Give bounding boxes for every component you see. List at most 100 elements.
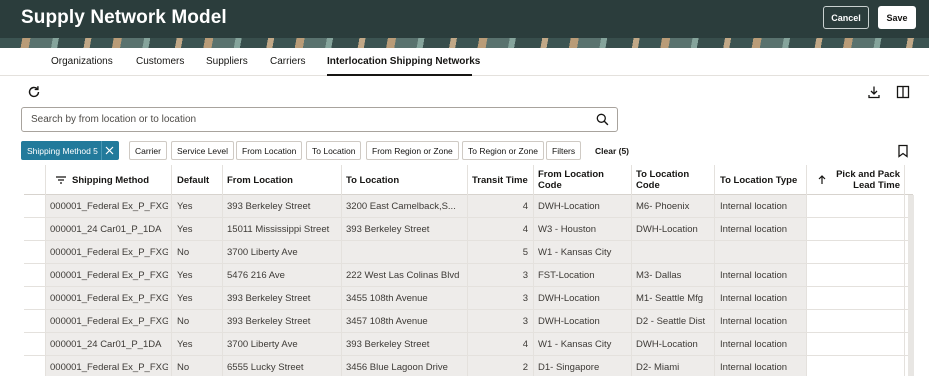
cell-default: No [177, 316, 190, 327]
cell-shipping-method: 000001_Federal Ex_P_FXG [50, 293, 168, 304]
table-header: Shipping Method Default From Location To… [24, 165, 913, 195]
cell-to-location [346, 241, 464, 264]
tab-suppliers[interactable]: Suppliers [206, 56, 248, 67]
cell-to-location-type: Internal location [720, 339, 788, 350]
shipping-networks-table: Shipping Method Default From Location To… [24, 165, 913, 376]
table-row[interactable]: 000001_Federal Ex_P_FXG Yes 5476 216 Ave 22… [24, 264, 913, 287]
cell-to-location-type [720, 241, 804, 264]
cell-transit-time: 3 [522, 316, 528, 327]
cell-default: Yes [177, 339, 193, 350]
cell-to-location-type: Internal location [720, 362, 788, 373]
cancel-button[interactable]: Cancel [823, 6, 869, 29]
cell-to-location-code: D2 - Seattle Dist [636, 316, 706, 327]
cell-shipping-method: 000001_Federal Ex_P_FXG [50, 362, 168, 373]
column-header-to-location-type[interactable]: To Location Type [720, 165, 797, 195]
download-icon[interactable] [865, 83, 883, 101]
cell-from-location: 6555 Lucky Street [227, 362, 304, 373]
cell-shipping-method: 000001_24 Car01_P_1DA [50, 339, 162, 350]
cell-to-location: 393 Berkeley Street [346, 339, 430, 350]
cell-from-location-code: D1- Singapore [538, 362, 600, 373]
filter-chip-service-level[interactable]: Service Level [171, 141, 235, 160]
filter-chip-to-region[interactable]: To Region or Zone [462, 141, 544, 160]
header-decorative-band [0, 38, 929, 48]
cell-transit-time: 4 [522, 339, 528, 350]
cell-default: Yes [177, 224, 193, 235]
cell-from-location: 5476 216 Ave [227, 270, 285, 281]
cell-transit-time: 3 [522, 270, 528, 281]
tab-customers[interactable]: Customers [136, 56, 184, 67]
filter-chip-filters[interactable]: Filters [546, 141, 582, 160]
cell-default: Yes [177, 270, 193, 281]
cell-from-location: 3700 Liberty Ave [227, 247, 298, 258]
column-header-from-location-code[interactable]: From Location Code [538, 165, 618, 195]
cell-to-location: 222 West Las Colinas Blvd [346, 270, 460, 281]
table-row[interactable]: 000001_Federal Ex_P_FXG No 6555 Lucky Stre… [24, 356, 913, 376]
split-panel-icon[interactable] [894, 83, 912, 101]
table-row[interactable]: 000001_24 Car01_P_1DA Yes 15011 Mississipp… [24, 218, 913, 241]
cell-transit-time: 5 [522, 247, 528, 258]
search-icon[interactable] [596, 113, 609, 126]
cell-transit-time: 4 [522, 201, 528, 212]
filter-chip-from-region[interactable]: From Region or Zone [366, 141, 459, 160]
filter-chip-to-location[interactable]: To Location [306, 141, 362, 160]
page-title: Supply Network Model [21, 7, 227, 28]
active-tab-indicator [327, 74, 472, 76]
close-icon[interactable] [100, 141, 118, 160]
app-header: Supply Network Model Cancel Save [0, 0, 929, 48]
tab-carriers[interactable]: Carriers [270, 56, 306, 67]
cell-to-location-type: Internal location [720, 293, 788, 304]
table-row[interactable]: 000001_24 Car01_P_1DA Yes 3700 Liberty Ave… [24, 333, 913, 356]
cell-to-location-type: Internal location [720, 224, 788, 235]
cell-shipping-method: 000001_Federal Ex_P_FXG [50, 316, 168, 327]
tab-interlocation-shipping-networks[interactable]: Interlocation Shipping Networks [327, 56, 480, 67]
cell-from-location-code: W3 - Houston [538, 224, 597, 235]
cell-to-location-code: M6- Phoenix [636, 201, 690, 212]
column-header-to-location-code[interactable]: To Location Code [636, 165, 706, 195]
search-box [21, 107, 618, 132]
cell-from-location: 393 Berkeley Street [227, 201, 311, 212]
cell-from-location-code: FST-Location [538, 270, 595, 281]
column-header-shipping-method[interactable]: Shipping Method [72, 165, 149, 195]
cell-from-location-code: DWH-Location [538, 293, 600, 304]
filter-chip-carrier[interactable]: Carrier [129, 141, 167, 160]
table-row[interactable]: 000001_Federal Ex_P_FXG No 393 Berkeley St… [24, 310, 913, 333]
cell-shipping-method: 000001_Federal Ex_P_FXG [50, 270, 168, 281]
table-row[interactable]: 000001_Federal Ex_P_FXG No 3700 Liberty Av… [24, 241, 913, 264]
column-header-default[interactable]: Default [177, 165, 209, 195]
cell-transit-time: 2 [522, 362, 528, 373]
clear-filters-link[interactable]: Clear (5) [595, 146, 629, 156]
refresh-icon[interactable] [25, 83, 43, 101]
table-row[interactable]: 000001_Federal Ex_P_FXG Yes 393 Berkeley S… [24, 287, 913, 310]
cell-to-location-type: Internal location [720, 201, 788, 212]
search-input[interactable] [31, 112, 571, 127]
sort-ascending-icon[interactable] [818, 165, 826, 195]
filter-chip-from-location[interactable]: From Location [236, 141, 303, 160]
cell-from-location: 15011 Mississippi Street [227, 224, 330, 235]
bookmark-icon[interactable] [894, 142, 912, 160]
save-button[interactable]: Save [878, 6, 916, 29]
cell-to-location-code: DWH-Location [636, 224, 698, 235]
cell-to-location-code: DWH-Location [636, 339, 698, 350]
tab-bar: Organizations Customers Suppliers Carrie… [0, 48, 929, 76]
column-header-pick-pack-lead-time[interactable]: Pick and Pack Lead Time [832, 165, 900, 195]
cell-to-location: 3455 108th Avenue [346, 293, 428, 304]
sort-lines-icon[interactable] [56, 165, 66, 195]
cell-to-location: 393 Berkeley Street [346, 224, 430, 235]
column-header-from-location[interactable]: From Location [227, 165, 293, 195]
cell-from-location-code: DWH-Location [538, 201, 600, 212]
table-row[interactable]: 000001_Federal Ex_P_FXG Yes 393 Berkeley S… [24, 195, 913, 218]
tab-organizations[interactable]: Organizations [51, 56, 113, 67]
table-scrollbar[interactable] [908, 195, 914, 376]
cell-default: Yes [177, 293, 193, 304]
cell-to-location-code [636, 241, 712, 264]
column-header-transit-time[interactable]: Transit Time [472, 165, 528, 195]
filter-chip-shipping-method[interactable]: Shipping Method 5 [21, 141, 119, 160]
cell-shipping-method: 000001_Federal Ex_P_FXG [50, 201, 168, 212]
filter-chip-label: Shipping Method 5 [27, 145, 98, 156]
cell-default: No [177, 247, 190, 258]
column-header-to-location[interactable]: To Location [346, 165, 399, 195]
cell-to-location: 3456 Blue Lagoon Drive [346, 362, 448, 373]
cell-transit-time: 4 [522, 224, 528, 235]
main-content: Organizations Customers Suppliers Carrie… [0, 48, 929, 376]
cell-default: No [177, 362, 190, 373]
